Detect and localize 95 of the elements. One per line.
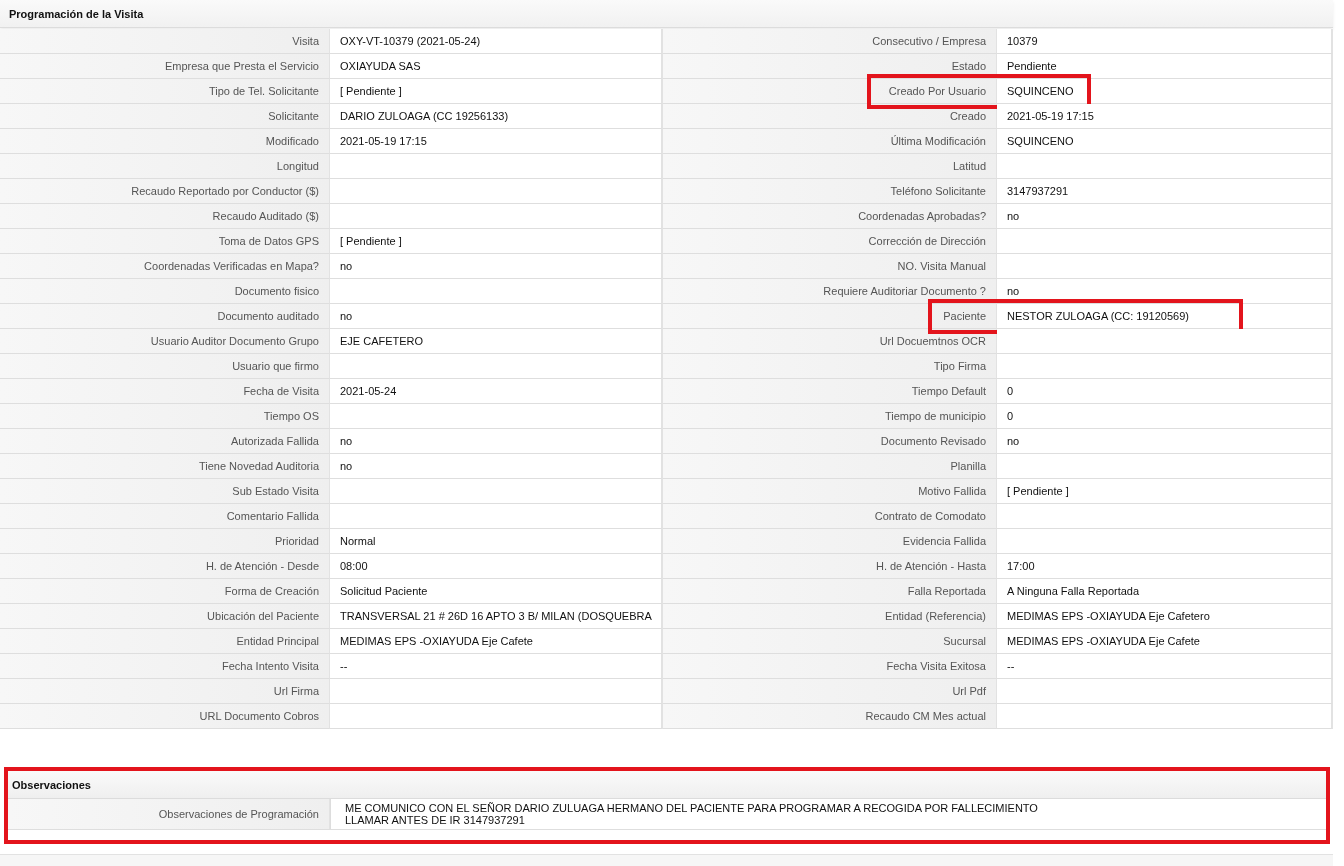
value-cell: EJE CAFETERO	[330, 329, 663, 354]
field-label: H. de Atención - Desde	[0, 554, 330, 579]
field-label: Longitud	[0, 154, 330, 179]
field-label: Documento Revisado	[663, 429, 997, 454]
value-cell: [ Pendiente ]	[997, 479, 1333, 504]
field-label: Estado	[663, 54, 997, 79]
field-label: Tipo Firma	[663, 354, 997, 379]
value-cell: Solicitud Paciente	[330, 579, 663, 604]
value-cell: no	[997, 204, 1333, 229]
field-label: Latitud	[663, 154, 997, 179]
value-cell: no	[330, 254, 663, 279]
field-label: Usuario que firmo	[0, 354, 330, 379]
value-cell: DARIO ZULOAGA (CC 19256133)	[330, 104, 663, 129]
value-cell: OXY-VT-10379 (2021-05-24)	[330, 29, 663, 54]
field-label: NO. Visita Manual	[663, 254, 997, 279]
field-label: Consecutivo / Empresa	[663, 29, 997, 54]
value-cell: [ Pendiente ]	[330, 229, 663, 254]
field-label: Coordenadas Aprobadas?	[663, 204, 997, 229]
field-label: Usuario Auditor Documento Grupo	[0, 329, 330, 354]
field-label: Planilla	[663, 454, 997, 479]
field-label: Paciente	[663, 304, 997, 329]
field-label: Solicitante	[0, 104, 330, 129]
value-cell: no	[330, 429, 663, 454]
field-label: Fecha Intento Visita	[0, 654, 330, 679]
value-cell: [ Pendiente ]	[330, 79, 663, 104]
field-label: H. de Atención - Hasta	[663, 554, 997, 579]
field-label: Url Pdf	[663, 679, 997, 704]
field-label: Observaciones de Programación	[8, 799, 330, 829]
field-label: Url Firma	[0, 679, 330, 704]
field-label: Teléfono Solicitante	[663, 179, 997, 204]
field-label: Prioridad	[0, 529, 330, 554]
field-label: Forma de Creación	[0, 579, 330, 604]
field-label: Visita	[0, 29, 330, 54]
value-cell: MEDIMAS EPS -OXIAYUDA Eje Cafetero	[997, 604, 1333, 629]
field-label: Recaudo Reportado por Conductor ($)	[0, 179, 330, 204]
value-cell: 0	[997, 404, 1333, 429]
value-cell: MEDIMAS EPS -OXIAYUDA Eje Cafete	[997, 629, 1333, 654]
value-cell: --	[997, 654, 1333, 679]
field-label: URL Documento Cobros	[0, 704, 330, 729]
value-cell: Normal	[330, 529, 663, 554]
field-label: Tipo de Tel. Solicitante	[0, 79, 330, 104]
field-label: Autorizada Fallida	[0, 429, 330, 454]
field-label: Ubicación del Paciente	[0, 604, 330, 629]
field-label: Tiempo de municipio	[663, 404, 997, 429]
value-cell: SQUINCENO	[997, 129, 1333, 154]
field-label: Comentario Fallida	[0, 504, 330, 529]
value-cell: SQUINCENO	[997, 79, 1333, 104]
value-cell: NESTOR ZULOAGA (CC: 19120569)	[997, 304, 1333, 329]
value-cell: OXIAYUDA SAS	[330, 54, 663, 79]
field-label: Tiempo Default	[663, 379, 997, 404]
field-label: Contrato de Comodato	[663, 504, 997, 529]
field-label: Requiere Auditoriar Documento ?	[663, 279, 997, 304]
value-cell: 10379	[997, 29, 1333, 54]
field-label: Toma de Datos GPS	[0, 229, 330, 254]
value-cell: TRANSVERSAL 21 # 26D 16 APTO 3 B/ MILAN (DOSQUEBRA	[330, 604, 663, 629]
field-label: Evidencia Fallida	[663, 529, 997, 554]
value-cell: 08:00	[330, 554, 663, 579]
field-label: Entidad Principal	[0, 629, 330, 654]
field-label: Creado	[663, 104, 997, 129]
observation-text: ME COMUNICO CON EL SEÑOR DARIO ZULUAGA HERMANO DEL PACIENTE PARA PROGRAMAR A RECOGIDA POR FALLECIMIENTO LLAMAR ANTES DE IR 3147937291	[330, 799, 1326, 829]
field-label: Url Docuemtnos OCR	[663, 329, 997, 354]
field-label: Motivo Fallida	[663, 479, 997, 504]
value-cell: Pendiente	[997, 54, 1333, 79]
value-cell: --	[330, 654, 663, 679]
field-label: Sucursal	[663, 629, 997, 654]
section-title: Observaciones	[12, 778, 91, 791]
value-cell: 2021-05-24	[330, 379, 663, 404]
value-cell: MEDIMAS EPS -OXIAYUDA Eje Cafete	[330, 629, 663, 654]
field-label: Tiene Novedad Auditoria	[0, 454, 330, 479]
value-cell: 2021-05-19 17:15	[997, 104, 1333, 129]
value-cell: no	[997, 429, 1333, 454]
field-label: Tiempo OS	[0, 404, 330, 429]
value-cell: 2021-05-19 17:15	[330, 129, 663, 154]
field-label: Documento auditado	[0, 304, 330, 329]
field-label: Falla Reportada	[663, 579, 997, 604]
field-label: Recaudo Auditado ($)	[0, 204, 330, 229]
field-label: Modificado	[0, 129, 330, 154]
field-label: Fecha de Visita	[0, 379, 330, 404]
value-cell: 3147937291	[997, 179, 1333, 204]
field-label: Entidad (Referencia)	[663, 604, 997, 629]
field-label: Última Modificación	[663, 129, 997, 154]
field-label: Documento fisico	[0, 279, 330, 304]
value-cell: no	[330, 304, 663, 329]
field-label: Sub Estado Visita	[0, 479, 330, 504]
field-label: Corrección de Dirección	[663, 229, 997, 254]
value-cell: A Ninguna Falla Reportada	[997, 579, 1333, 604]
field-label: Coordenadas Verificadas en Mapa?	[0, 254, 330, 279]
value-cell: 17:00	[997, 554, 1333, 579]
panel-title: Programación de la Visita	[9, 7, 144, 20]
field-label: Creado Por Usuario	[663, 79, 997, 104]
value-cell: 0	[997, 379, 1333, 404]
field-label: Empresa que Presta el Servicio	[0, 54, 330, 79]
field-label: Recaudo CM Mes actual	[663, 704, 997, 729]
value-cell: no	[330, 454, 663, 479]
field-label: Fecha Visita Exitosa	[663, 654, 997, 679]
